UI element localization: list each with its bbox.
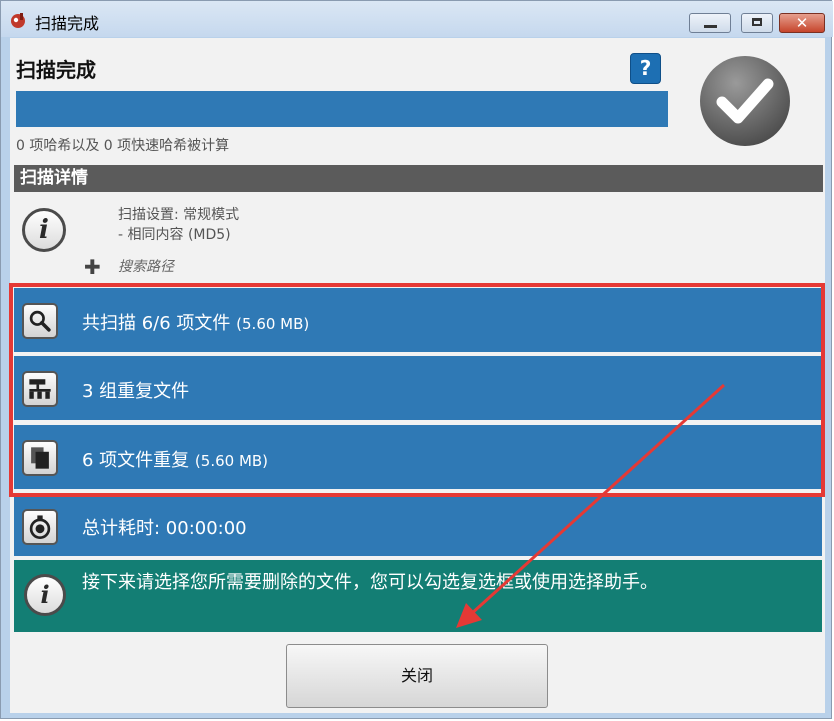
note-info-icon: i [24, 574, 66, 616]
elapsed-time-text: 总计耗时: 00:00:00 [82, 518, 247, 539]
result-row-duplicates: 6 项文件重复 (5.60 MB) [14, 425, 822, 489]
duplicates-count-text: 6 项文件重复 [82, 450, 190, 471]
maximize-button[interactable] [741, 13, 773, 33]
search-path-toggle[interactable]: 搜索路径 [118, 256, 174, 276]
result-text-duplicates: 6 项文件重复 (5.60 MB) [82, 446, 268, 472]
scan-mode-text: 扫描设置: 常规模式 [118, 207, 240, 223]
scan-settings: 扫描设置: 常规模式 - 相同内容 (MD5) [118, 205, 239, 245]
files-icon [22, 440, 58, 476]
title-bar[interactable]: 扫描完成 ✕ [1, 1, 833, 37]
info-icon: i [22, 208, 66, 252]
result-row-scanned: 共扫描 6/6 项文件 (5.60 MB) [14, 288, 822, 352]
scan-details-header: 扫描详情 [14, 165, 823, 192]
expand-plus-icon[interactable]: ✚ [84, 255, 101, 279]
scanned-size-text: (5.60 MB) [236, 315, 310, 333]
help-icon[interactable]: ? [630, 53, 661, 84]
hash-info-text: 0 项哈希以及 0 项快速哈希被计算 [16, 138, 230, 154]
result-row-groups: 3 组重复文件 [14, 356, 822, 420]
close-button[interactable]: 关闭 [286, 644, 548, 708]
app-logo-icon [11, 13, 25, 28]
window-title: 扫描完成 [35, 14, 100, 33]
scan-criteria-text: - 相同内容 (MD5) [118, 227, 231, 243]
next-step-text: 接下来请选择您所需要删除的文件，您可以勾选复选框或使用选择助手。 [82, 572, 658, 593]
result-text-scanned: 共扫描 6/6 项文件 (5.60 MB) [82, 309, 309, 335]
window-close-button[interactable]: ✕ [779, 13, 825, 33]
next-step-note: i 接下来请选择您所需要删除的文件，您可以勾选复选框或使用选择助手。 [14, 560, 822, 632]
groups-count-text: 3 组重复文件 [82, 381, 190, 402]
close-icon: ✕ [795, 14, 809, 32]
magnifier-icon [22, 303, 58, 339]
stopwatch-icon [22, 509, 58, 545]
minimize-button[interactable] [689, 13, 731, 33]
scanned-count-text: 共扫描 6/6 项文件 [82, 313, 231, 334]
minimize-icon [704, 25, 717, 28]
duplicates-size-text: (5.60 MB) [194, 452, 269, 470]
page-title: 扫描完成 [16, 58, 96, 82]
scan-progress-bar [16, 91, 668, 127]
result-text-groups: 3 组重复文件 [82, 377, 189, 403]
elapsed-time-row: 总计耗时: 00:00:00 [14, 494, 822, 556]
maximize-icon [752, 18, 762, 26]
hierarchy-icon [22, 371, 58, 407]
check-icon [700, 56, 790, 146]
